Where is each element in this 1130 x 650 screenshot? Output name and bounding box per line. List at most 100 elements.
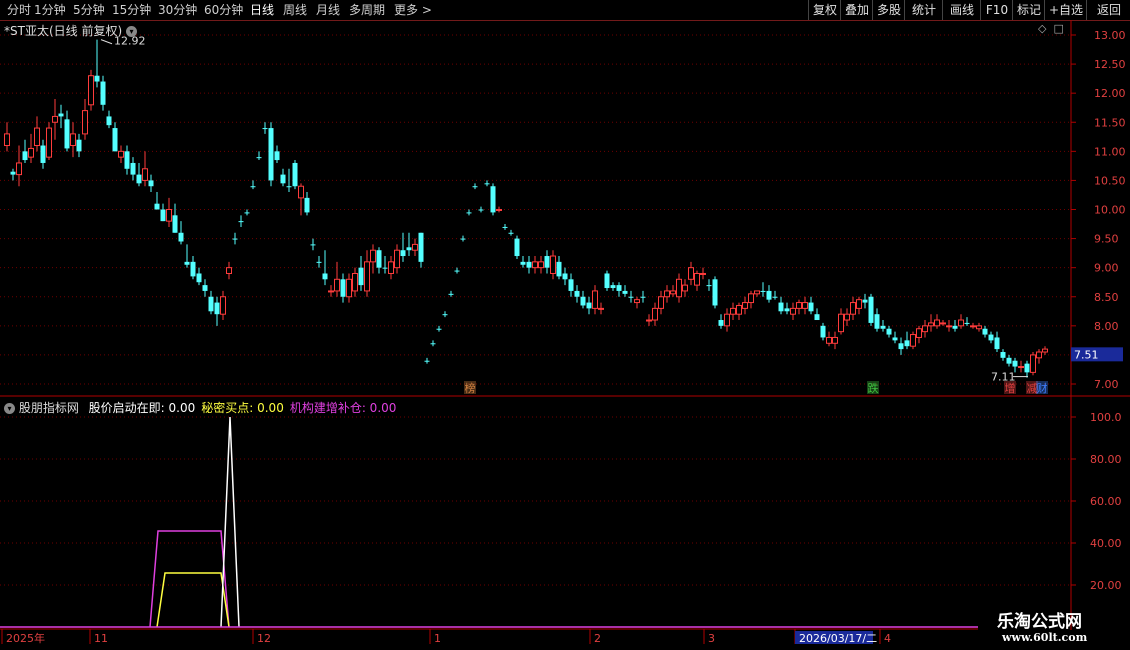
indicator-line-yellow (156, 572, 230, 628)
period-6[interactable]: 日线 (250, 0, 274, 20)
period-9[interactable]: 多周期 (349, 0, 385, 20)
candle-body (742, 302, 748, 309)
time-label-5: 3 (708, 632, 715, 645)
indicator-header: ▾ 股朋指标网 股价启动在即: 0.00 秘密买点: 0.00 机构建增补仓: 0.… (4, 399, 396, 416)
diamond-icon[interactable]: ◇ (1038, 22, 1046, 35)
time-label-4: 2 (594, 632, 601, 645)
price-label: 9.50 (1094, 233, 1119, 246)
candle-body (58, 113, 64, 117)
candle-body (172, 215, 178, 233)
candle-body (412, 243, 418, 251)
candle-body (124, 151, 130, 169)
stock-title: *ST亚太(日线 前复权) (4, 24, 123, 38)
candle-body (586, 302, 592, 309)
price-label: 8.50 (1094, 291, 1119, 304)
candle-body (712, 279, 718, 306)
indicator-values: 股价启动在即: 0.00 秘密买点: 0.00 机构建增补仓: 0.00 (83, 401, 397, 415)
candle-body (148, 180, 154, 187)
period-1[interactable]: 1分钟 (34, 0, 66, 20)
chart-area: 13.00 12.50 12.00 11.50 11.00 10.50 10.00 9.50 9… (0, 20, 1130, 645)
candle-body (190, 261, 196, 277)
candle-body (844, 313, 850, 321)
candle-body (220, 296, 226, 315)
indicator-value-0: 股价启动在即: 0.00 (88, 401, 196, 415)
candle-body (544, 256, 550, 268)
window-controls[interactable]: ◇ □ (1038, 22, 1064, 35)
chevron-down-icon[interactable]: ▾ (125, 26, 137, 37)
candle-body (322, 273, 328, 280)
period-0[interactable]: 分时 (7, 0, 31, 20)
stock-title-bar[interactable]: *ST亚太(日线 前复权) ▾ (4, 22, 137, 39)
candle-body (622, 290, 628, 294)
candle-body (436, 328, 442, 330)
candle-body (910, 334, 916, 347)
indicator-name[interactable]: 股朋指标网 (19, 401, 79, 415)
candle-body (40, 145, 46, 163)
toolbar-button-8[interactable]: 返回 (1086, 0, 1130, 20)
toolbar-button-6[interactable]: 标记 (1012, 0, 1045, 20)
candle-body (730, 307, 736, 315)
candle-body (628, 296, 634, 298)
period-7[interactable]: 周线 (283, 0, 307, 20)
period-3[interactable]: 15分钟 (112, 0, 151, 20)
candle-body (160, 209, 166, 222)
candle-body (1036, 351, 1042, 359)
candle-body (796, 302, 802, 309)
candle-body (88, 75, 94, 106)
toolbar-button-1[interactable]: 叠加 (840, 0, 873, 20)
time-label-1: 11 (94, 632, 108, 645)
candle-body (346, 278, 352, 298)
candle-body (268, 128, 274, 181)
price-label: 12.50 (1094, 58, 1126, 71)
toolbar-button-4[interactable]: 画线 (942, 0, 981, 20)
indicator-axis-label: 20.00 (1090, 579, 1122, 592)
toolbar-button-2[interactable]: 多股 (872, 0, 905, 20)
event-tag-1: 跌 (868, 381, 879, 395)
current-price-label: 7.51 (1074, 348, 1099, 361)
candle-body (646, 319, 652, 322)
indicator-axis-label: 40.00 (1090, 537, 1122, 550)
candle-body (1000, 352, 1006, 358)
period-5[interactable]: 60分钟 (204, 0, 243, 20)
toolbar-button-7[interactable]: +自选 (1044, 0, 1087, 20)
time-label-0: 2025年 (6, 631, 45, 645)
period-4[interactable]: 30分钟 (158, 0, 197, 20)
candle-body (976, 325, 982, 330)
candle-body (874, 314, 880, 329)
chevron-down-icon[interactable]: ▾ (4, 403, 15, 414)
candle-body (598, 307, 604, 310)
candle-body (460, 238, 466, 240)
candle-body (298, 185, 304, 199)
candle-body (994, 337, 1000, 350)
candle-body (562, 273, 568, 280)
period-8[interactable]: 月线 (316, 0, 340, 20)
candle-body (604, 273, 610, 289)
candle-body (430, 343, 436, 345)
candle-body (304, 197, 310, 213)
candle-body (388, 261, 394, 274)
period-2[interactable]: 5分钟 (73, 0, 105, 20)
toolbar-button-0[interactable]: 复权 (808, 0, 841, 20)
candle-body (130, 162, 136, 175)
candle-body (916, 328, 922, 338)
candle-body (550, 255, 556, 274)
price-label: 8.00 (1094, 320, 1119, 333)
candle-body (610, 285, 616, 289)
candle-body (832, 336, 838, 344)
expand-icon[interactable]: □ (1053, 22, 1063, 35)
toolbar-button-5[interactable]: F10 (980, 0, 1013, 20)
candle-body (766, 290, 772, 300)
candle-body (466, 212, 472, 214)
candle-body (790, 307, 796, 315)
candle-body (772, 296, 778, 298)
toolbar-button-3[interactable]: 统计 (904, 0, 943, 20)
candle-body (310, 244, 316, 246)
price-label: 11.00 (1094, 145, 1126, 158)
candle-body (886, 328, 892, 335)
period-10[interactable]: 更多 > (394, 0, 432, 20)
candle-body (898, 343, 904, 350)
candle-body (658, 296, 664, 309)
candle-body (106, 116, 112, 126)
candle-body (418, 232, 424, 262)
watermark-title: 乐淘公式网 (997, 612, 1082, 632)
